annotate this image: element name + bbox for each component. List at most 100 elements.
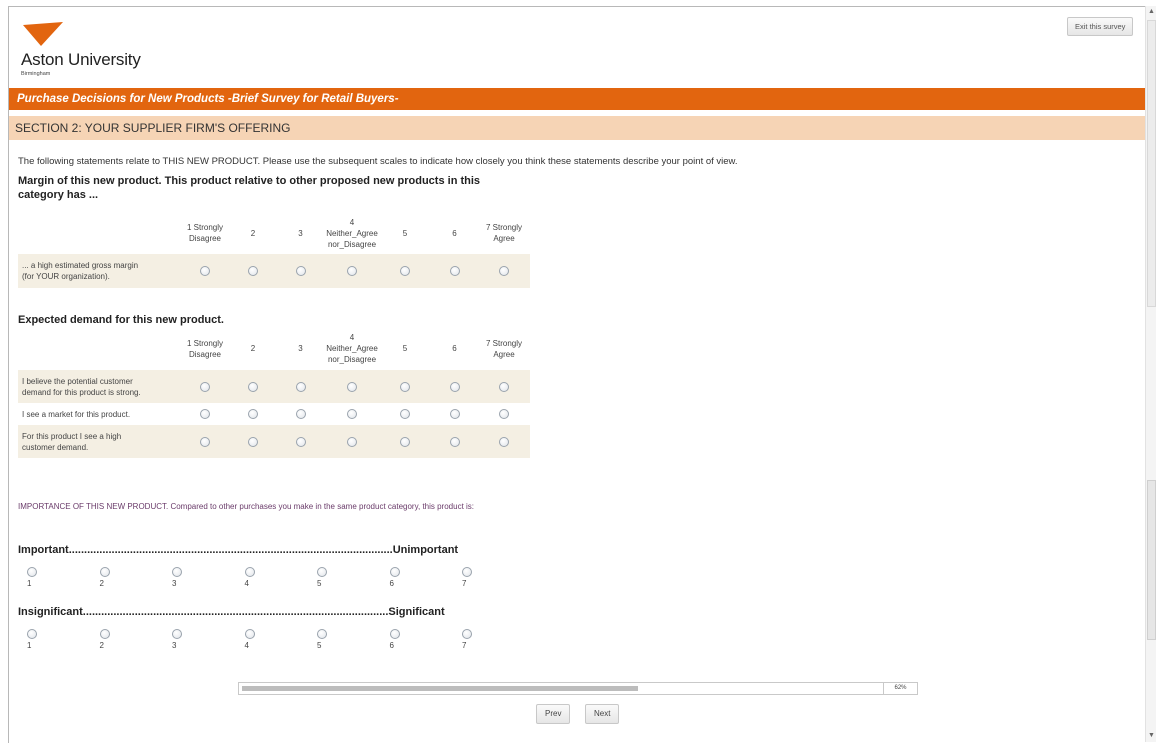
matrix-cell [431,403,478,425]
scale-option-1[interactable]: 1 [27,628,41,652]
scale-option-7[interactable]: 7 [462,566,476,590]
radio-button-1[interactable] [200,266,210,276]
radio-button[interactable] [99,628,110,639]
radio-button-7[interactable] [499,436,509,447]
radio-button[interactable] [172,566,182,577]
matrix-cell [230,403,276,425]
radio-button-3[interactable] [295,436,306,447]
scale-option-5[interactable]: 5 [317,566,331,590]
scale-header-4: 4 Neither_Agree nor_Disagree [325,212,379,254]
prev-button[interactable]: Prev [536,704,571,724]
next-button[interactable]: Next [585,704,620,724]
radio-button-4[interactable] [347,436,357,447]
scale-left-label: Insignificant [18,606,83,618]
matrix-row-label: I see a market for this product. [18,403,180,425]
scale-header-text: 7 Strongly [485,338,523,348]
radio-button-5[interactable] [400,381,410,392]
scale-header-text: Agree [493,234,515,243]
matrix-cell [180,403,230,425]
radio-button-4[interactable] [347,381,357,392]
radio-button-7[interactable] [499,381,509,392]
radio-button[interactable] [462,566,472,577]
matrix-cell [379,425,431,458]
radio-button-2[interactable] [248,266,258,276]
matrix-row-label: I believe the potential customer demand f… [18,370,180,403]
scale-option-7[interactable]: 7 [462,628,476,652]
matrix-cell [276,254,325,288]
progress-label: 62% [883,683,917,694]
radio-button-2[interactable] [248,381,258,392]
likert-matrix-demand: 1 Strongly Disagree 2 3 4 Neither_Agree nor_Di… [18,327,530,458]
row-label-text: customer demand. [22,442,89,452]
radio-button-6[interactable] [449,409,460,419]
option-label: 5 [317,641,322,650]
radio-button-4[interactable] [347,266,357,276]
radio-button-6[interactable] [449,266,460,276]
radio-button-5[interactable] [400,436,410,447]
scale-header-row: 1 Strongly Disagree 2 3 4 Neither_Agree nor_Di… [18,212,530,254]
university-logo: Aston University Birmingham [19,22,179,82]
vertical-scrollbar[interactable]: ▲ ▼ [1145,6,1156,742]
dotted-leader: ........................................… [68,544,393,556]
radio-button[interactable] [317,628,327,639]
radio-button-1[interactable] [200,436,210,447]
matrix-corner [18,327,180,370]
question-title-line: Margin of this new product. This product… [18,175,481,187]
radio-button[interactable] [389,628,400,639]
scale-option-6[interactable]: 6 [389,566,404,590]
radio-button-1[interactable] [200,381,210,392]
scrollbar-thumb[interactable] [1147,480,1156,640]
bipolar-scale-label-1: Important...............................… [18,544,458,556]
radio-button-7[interactable] [499,266,509,276]
radio-button-5[interactable] [400,266,410,276]
radio-button-2[interactable] [248,436,258,447]
matrix-cell [230,254,276,288]
scale-header-1: 1 Strongly Disagree [180,212,230,254]
scale-header-text: 5 [402,228,408,238]
scale-option-1[interactable]: 1 [27,566,41,590]
exit-survey-button[interactable]: Exit this survey [1067,17,1134,36]
option-label: 7 [462,579,467,588]
scale-option-3[interactable]: 3 [172,566,186,590]
radio-button-7[interactable] [499,409,509,419]
radio-button[interactable] [172,628,182,639]
matrix-row: For this product I see a high customer de… [18,425,530,458]
radio-button-6[interactable] [449,436,460,447]
scale-option-2[interactable]: 2 [99,628,114,652]
scale-option-4[interactable]: 4 [244,566,259,590]
radio-button-5[interactable] [400,409,410,419]
radio-button[interactable] [389,566,400,577]
scale-header-text: 6 [452,228,457,238]
radio-button-1[interactable] [200,409,210,419]
radio-button[interactable] [27,566,37,577]
radio-button-2[interactable] [248,409,258,419]
scale-header-text: 7 Strongly [485,223,523,232]
scale-option-4[interactable]: 4 [244,628,259,652]
question-title-margin: Margin of this new product. This product… [18,174,480,202]
scale-option-5[interactable]: 5 [317,628,331,652]
likert-matrix-margin: 1 Strongly Disagree 2 3 4 Neither_Agree nor_Di… [18,212,530,288]
row-label-text: I believe the potential customer [22,376,133,386]
radio-button-3[interactable] [295,381,306,392]
radio-button[interactable] [317,566,327,577]
radio-button[interactable] [244,628,255,639]
scale-header-text: 4 [349,333,355,342]
radio-button[interactable] [27,628,37,639]
radio-button[interactable] [244,566,255,577]
scroll-down-icon[interactable]: ▼ [1147,731,1156,741]
radio-button[interactable] [99,566,110,577]
matrix-cell [325,254,379,288]
radio-button-4[interactable] [347,409,357,419]
matrix-row-label: ... a high estimated gross margin (for YO… [18,254,180,288]
scale-option-2[interactable]: 2 [99,566,114,590]
scale-option-6[interactable]: 6 [389,628,404,652]
scroll-up-icon[interactable]: ▲ [1147,7,1156,17]
logo-name: Aston University [21,50,141,69]
radio-button-6[interactable] [449,381,460,392]
scale-header-text: 2 [250,228,256,238]
scale-option-3[interactable]: 3 [172,628,186,652]
radio-button-3[interactable] [295,409,306,419]
radio-button[interactable] [462,628,472,639]
matrix-cell [276,403,325,425]
radio-button-3[interactable] [295,266,306,276]
